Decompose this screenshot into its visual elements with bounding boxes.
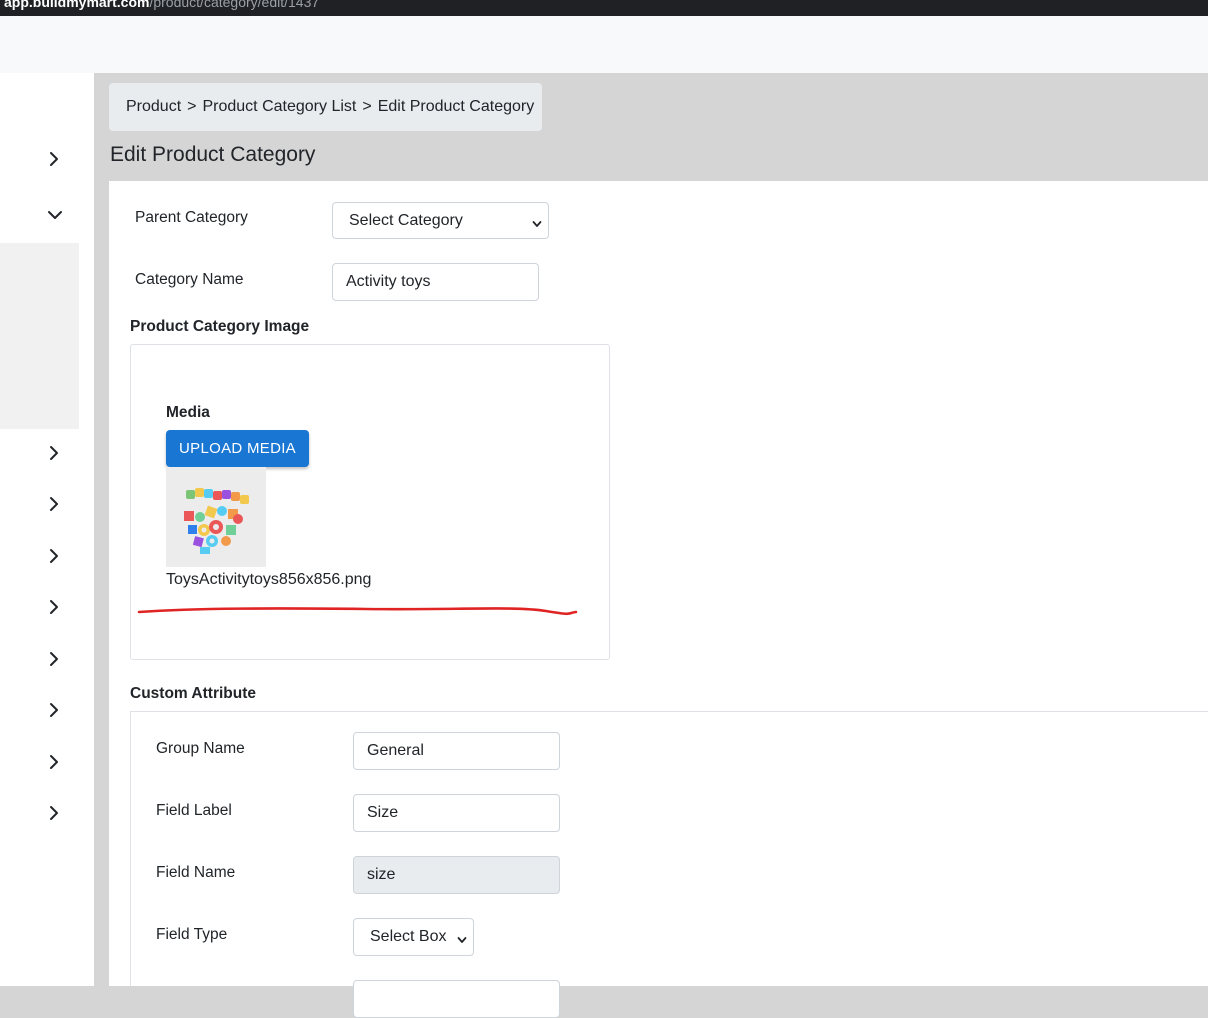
chevron-right-icon[interactable]: [46, 496, 62, 512]
url-text[interactable]: app.buildmymart.com/product/category/edi…: [4, 0, 319, 10]
category-image-thumbnail[interactable]: [166, 467, 266, 567]
chevron-right-icon[interactable]: [46, 805, 62, 821]
chevron-right-icon[interactable]: [46, 151, 62, 167]
breadcrumb-separator: >: [362, 98, 372, 115]
sidebar: [0, 73, 94, 986]
custom-attribute-heading: Custom Attribute: [130, 685, 256, 702]
chevron-right-icon[interactable]: [46, 702, 62, 718]
breadcrumb-separator: >: [187, 98, 197, 115]
chevron-right-icon[interactable]: [46, 754, 62, 770]
parent-category-value: Select Category: [349, 211, 463, 229]
image-section-heading: Product Category Image: [130, 318, 310, 335]
chevron-right-icon[interactable]: [46, 651, 62, 667]
toys-image: [184, 488, 249, 554]
parent-category-label: Parent Category: [135, 209, 248, 226]
chevron-down-icon: [532, 216, 542, 227]
upload-media-button[interactable]: UPLOAD MEDIA: [166, 430, 309, 467]
chevron-down-icon[interactable]: [47, 207, 63, 223]
field-label-label: Field Label: [156, 802, 232, 819]
field-type-select[interactable]: Select Box: [353, 918, 474, 956]
red-underline-annotation: [137, 607, 578, 616]
custom-attribute-panel: [130, 711, 1208, 986]
chevron-right-icon[interactable]: [46, 445, 62, 461]
field-type-label: Field Type: [156, 926, 228, 943]
category-name-value: Activity toys: [346, 273, 431, 290]
field-name-input[interactable]: size: [353, 856, 560, 894]
sidebar-submenu: [0, 243, 79, 429]
breadcrumb: Product > Product Category List > Edit P…: [109, 83, 542, 131]
category-name-label: Category Name: [135, 271, 244, 288]
field-label-input[interactable]: Size: [353, 794, 560, 832]
group-name-label: Group Name: [156, 740, 245, 757]
top-navbar: [0, 16, 1208, 73]
media-label: Media: [166, 404, 210, 421]
breadcrumb-product-category-list[interactable]: Product Category List: [202, 98, 356, 116]
url-path: /product/category/edit/1437: [149, 0, 320, 10]
page-title: Edit Product Category: [110, 143, 316, 166]
chevron-down-icon: [457, 932, 467, 943]
field-type-value: Select Box: [370, 928, 447, 945]
group-name-value: General: [367, 742, 424, 759]
breadcrumb-current: Edit Product Category: [377, 98, 535, 115]
uploaded-filename: ToysActivitytoys856x856.png: [166, 571, 372, 588]
group-name-input[interactable]: General: [353, 732, 560, 770]
parent-category-select[interactable]: Select Category: [332, 202, 549, 239]
breadcrumb-product[interactable]: Product: [126, 98, 181, 116]
url-host: app.buildmymart.com: [4, 0, 150, 10]
field-name-value: size: [367, 866, 396, 883]
browser-address-bar[interactable]: app.buildmymart.com/product/category/edi…: [0, 0, 1208, 16]
chevron-right-icon[interactable]: [46, 548, 62, 564]
category-name-input[interactable]: Activity toys: [332, 263, 539, 301]
field-name-label: Field Name: [156, 864, 236, 881]
field-label-value: Size: [367, 804, 399, 821]
chevron-right-icon[interactable]: [46, 599, 62, 615]
